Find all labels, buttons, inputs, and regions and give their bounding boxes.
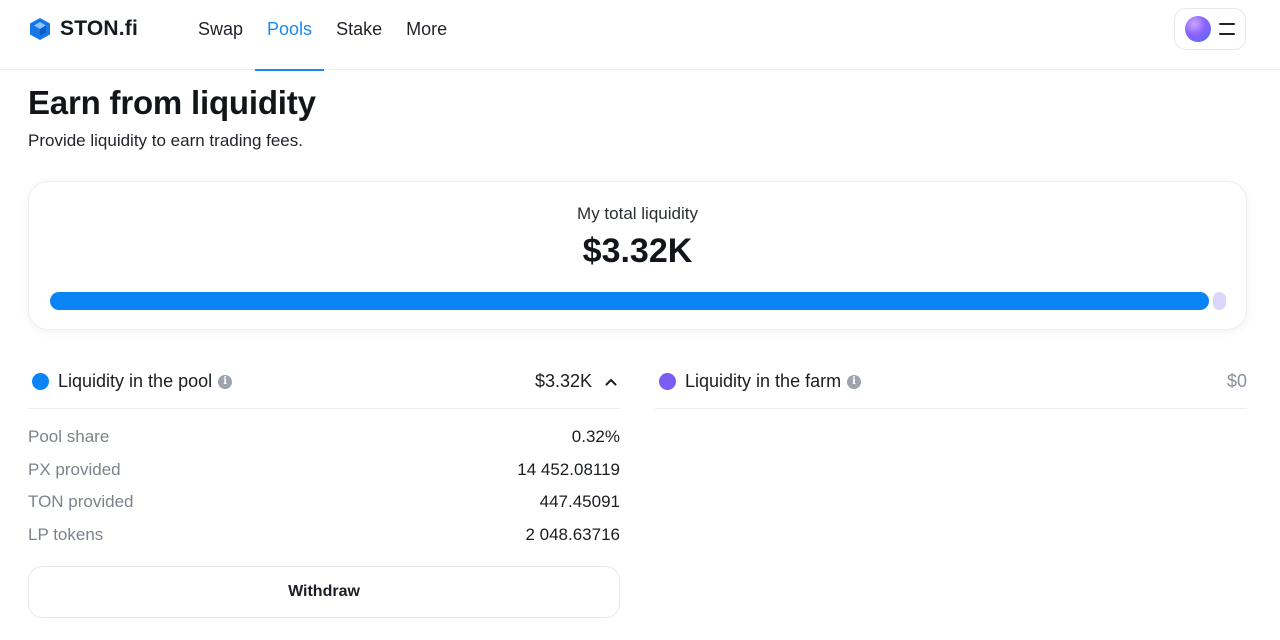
pool-share-label: Pool share [28, 427, 110, 447]
farm-liquidity-section: Liquidity in the farm i $0 [655, 355, 1247, 409]
ston-logo-icon [30, 18, 50, 40]
logo[interactable]: STON.fi [28, 16, 138, 42]
farm-liquidity-title: Liquidity in the farm [685, 371, 842, 391]
nav-more[interactable]: More [394, 0, 459, 70]
page-subtitle: Provide liquidity to earn trading fees. [28, 131, 303, 150]
page-title: Earn from liquidity [28, 84, 316, 121]
pool-liquidity-value-group: $3.32K [535, 371, 620, 392]
info-icon[interactable]: i [847, 374, 862, 389]
top-header: STON.fi Swap Pools Stake More [0, 0, 1280, 71]
nav-swap[interactable]: Swap [186, 0, 255, 70]
total-liquidity-card: My total liquidity $3.32K [28, 181, 1247, 330]
menu-icon [1219, 23, 1235, 35]
pool-liquidity-title: Liquidity in the pool [58, 371, 213, 391]
ton-provided-value: 447.45091 [539, 492, 620, 512]
list-item: LP tokens 2 048.63716 [28, 519, 620, 552]
wallet-menu-button[interactable] [1174, 8, 1246, 50]
list-item: PX provided 14 452.08119 [28, 454, 620, 487]
liquidity-distribution-bar [50, 292, 1226, 310]
nav-stake[interactable]: Stake [324, 0, 394, 70]
logo-text: STON.fi [60, 17, 139, 40]
withdraw-button[interactable]: Withdraw [28, 566, 620, 618]
px-provided-label: PX provided [28, 459, 121, 479]
pool-liquidity-bar [50, 292, 1209, 310]
pool-dot-icon [32, 373, 49, 390]
info-icon[interactable]: i [218, 374, 233, 389]
farm-liquidity-value-group: $0 [1227, 371, 1247, 392]
farm-liquidity-value: $0 [1226, 371, 1247, 391]
list-item: Pool share 0.32% [28, 421, 620, 454]
total-liquidity-value: $3.32K [582, 232, 693, 270]
nav-pools[interactable]: Pools [255, 0, 325, 71]
px-provided-value: 14 452.08119 [517, 459, 620, 479]
lp-tokens-value: 2 048.63716 [525, 524, 620, 544]
farm-liquidity-bar [1213, 292, 1226, 310]
pool-liquidity-header[interactable]: Liquidity in the pool i $3.32K [28, 355, 620, 409]
chevron-up-icon[interactable] [602, 373, 620, 391]
pool-share-value: 0.32% [571, 427, 620, 447]
avatar [1185, 16, 1211, 42]
pool-liquidity-value: $3.32K [534, 371, 592, 391]
total-liquidity-label: My total liquidity [577, 204, 698, 223]
list-item: TON provided 447.45091 [28, 486, 620, 519]
ton-provided-label: TON provided [28, 492, 134, 512]
farm-dot-icon [659, 373, 676, 390]
main-nav: Swap Pools Stake More [186, 0, 459, 71]
farm-liquidity-header: Liquidity in the farm i $0 [655, 355, 1247, 409]
lp-tokens-label: LP tokens [28, 524, 104, 544]
pool-details-list: Pool share 0.32% PX provided 14 452.0811… [28, 409, 620, 551]
pool-liquidity-section: Liquidity in the pool i $3.32K Pool shar… [28, 355, 620, 551]
